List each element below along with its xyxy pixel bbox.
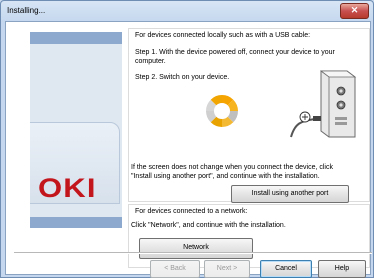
step1-text-line1: Step 1. With the device powered off, con…: [135, 49, 335, 56]
network-instruction: Click "Network", and continue with the i…: [131, 222, 286, 229]
next-button[interactable]: Next >: [204, 260, 250, 278]
network-heading: For devices connected to a network:: [135, 208, 248, 215]
installer-window: Installing... ✕ OKI For devices connecte…: [0, 0, 374, 278]
oki-logo: OKI: [38, 173, 97, 203]
usb-section: For devices connected locally such as wi…: [128, 28, 370, 203]
footer-separator-highlight: [14, 253, 372, 254]
branding-top-band: [30, 32, 122, 44]
step1-text-line2: computer.: [135, 58, 166, 65]
install-another-port-button[interactable]: Install using another port: [231, 185, 349, 203]
title-bar[interactable]: Installing... ✕: [1, 1, 373, 21]
usb-heading: For devices connected locally such as wi…: [135, 32, 311, 39]
install-note-line1: If the screen does not change when you c…: [131, 164, 333, 171]
branding-panel: OKI: [30, 32, 122, 228]
network-section: For devices connected to a network: Clic…: [128, 204, 370, 268]
pc-usb-connection-illustration: [282, 66, 362, 144]
loading-spinner-icon: [206, 95, 238, 127]
help-button[interactable]: Help: [318, 260, 366, 278]
install-note-line2: "Install using another port", and contin…: [131, 173, 320, 180]
window-title: Installing...: [7, 6, 46, 15]
close-button[interactable]: ✕: [340, 3, 369, 19]
branding-bottom-band: [30, 217, 122, 228]
dialog-client-area: OKI For devices connected locally such a…: [5, 21, 372, 278]
back-button[interactable]: < Back: [150, 260, 200, 278]
step2-text: Step 2. Switch on your device.: [135, 74, 230, 81]
network-button[interactable]: Network: [139, 238, 253, 259]
cancel-button[interactable]: Cancel: [260, 260, 312, 278]
